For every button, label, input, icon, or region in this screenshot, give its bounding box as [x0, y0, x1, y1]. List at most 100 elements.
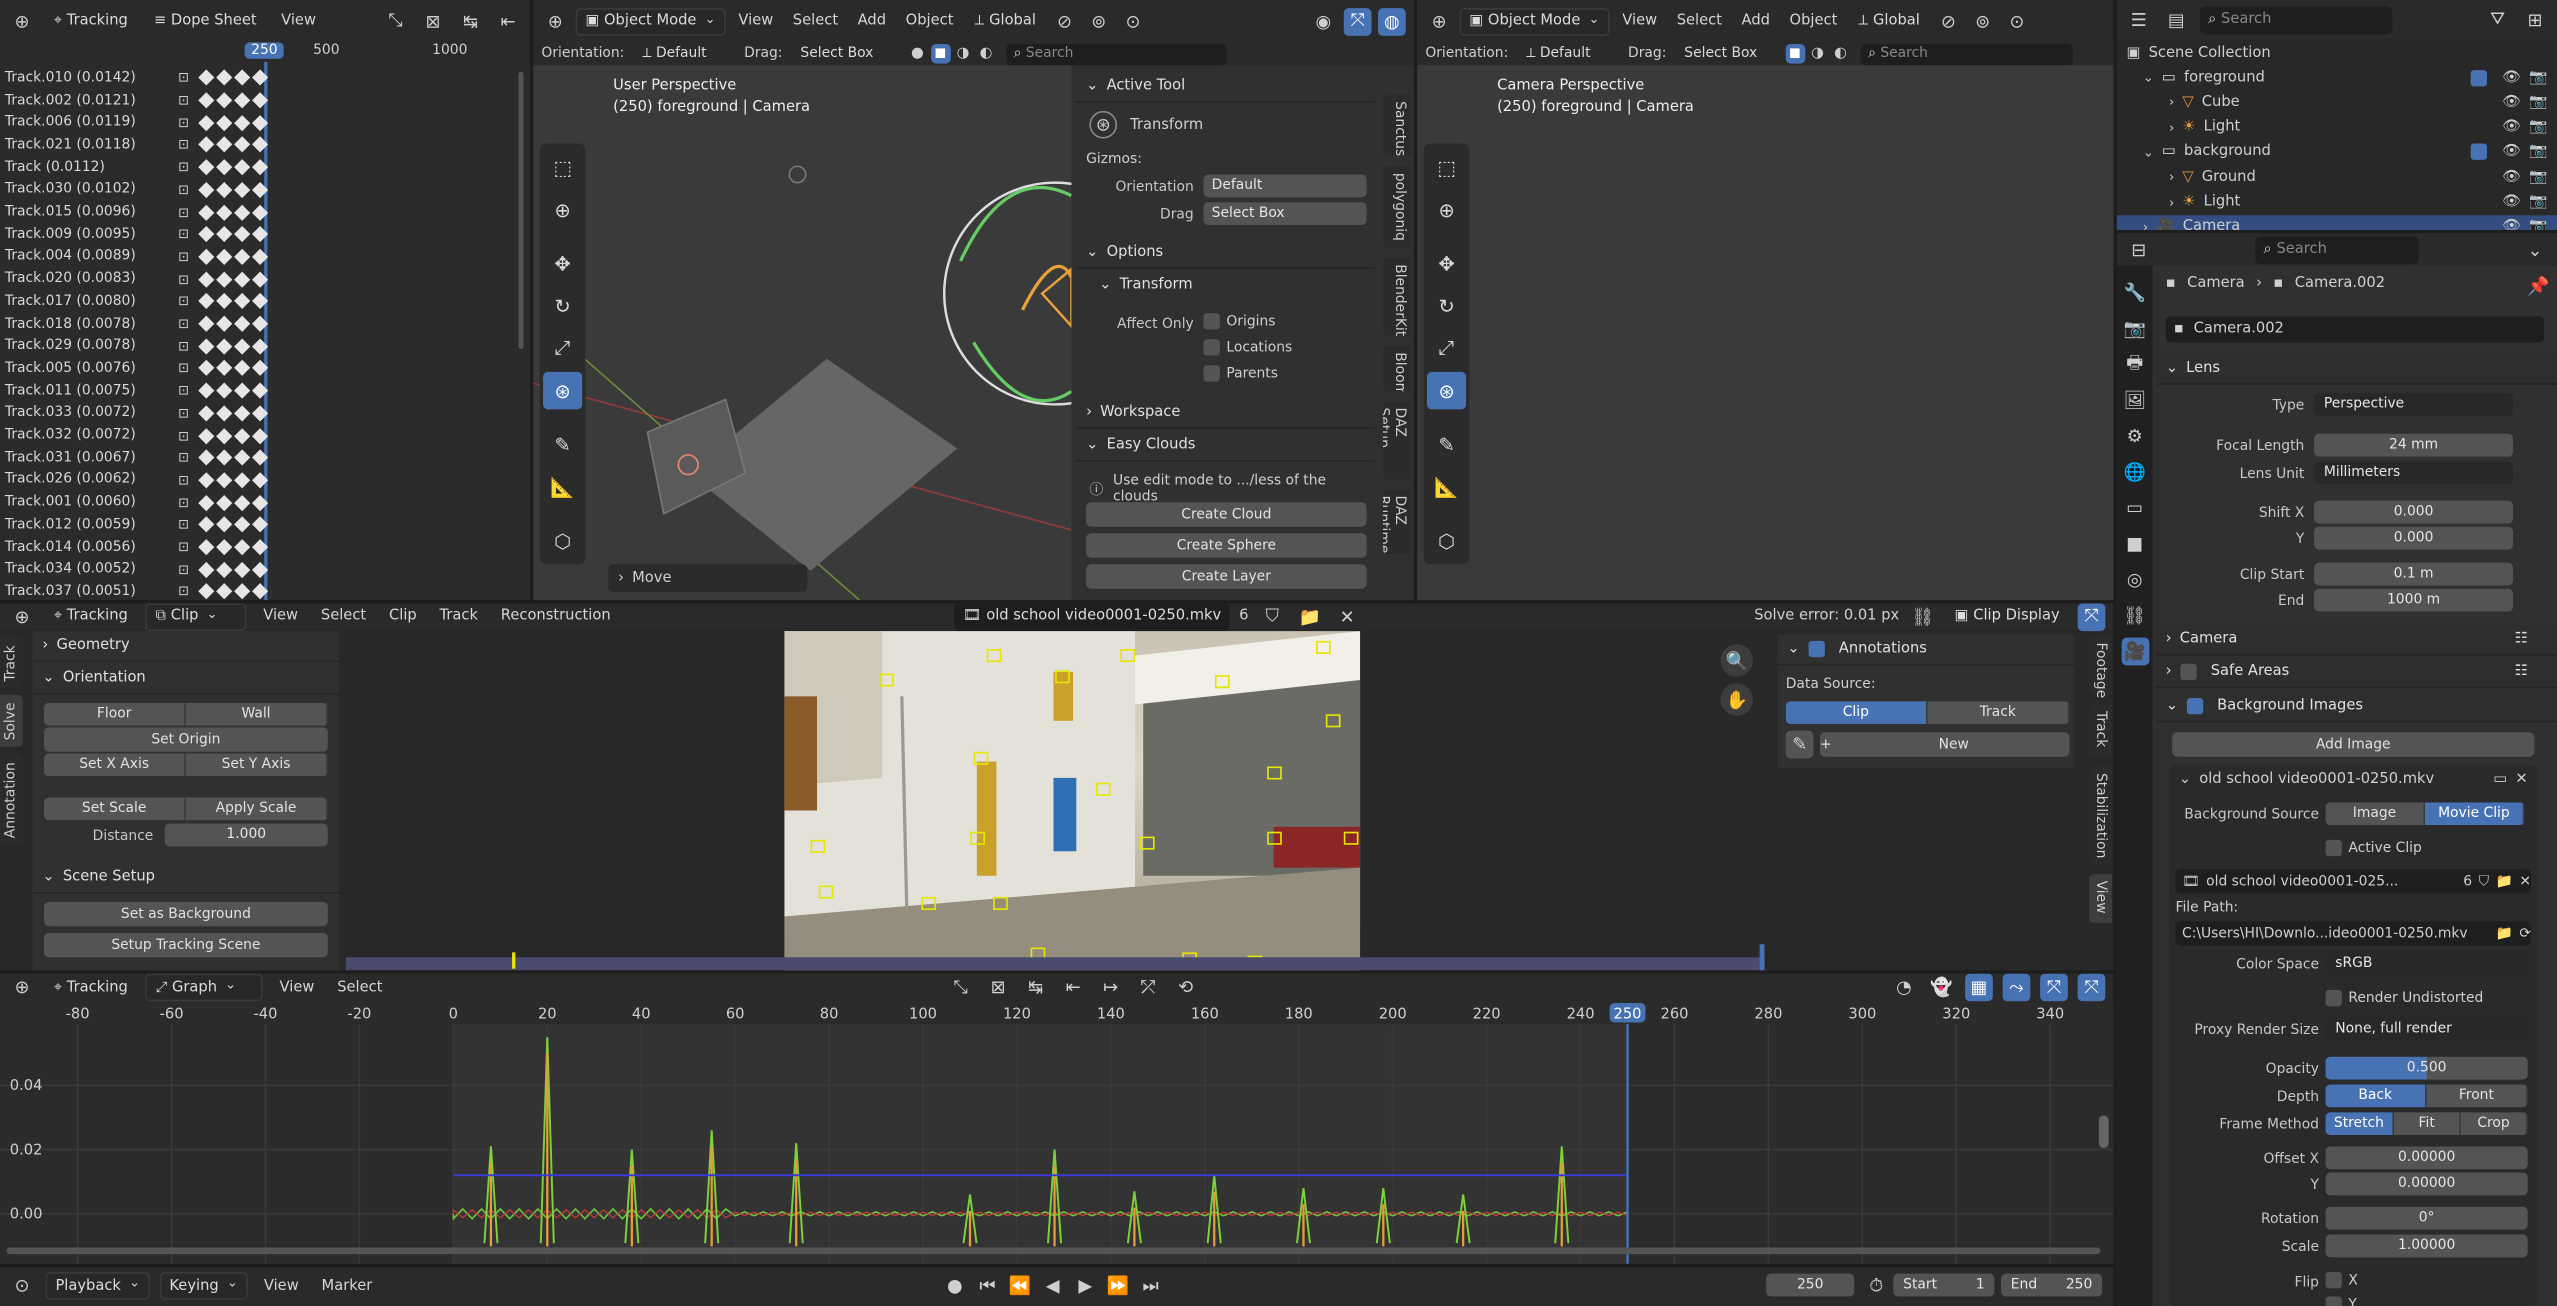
track-row[interactable]: Track.014 (0.0056) ⊡: [0, 536, 269, 558]
create-sphere-button[interactable]: Create Sphere: [1086, 533, 1367, 558]
keyframe[interactable]: [216, 204, 233, 221]
create-layer-button[interactable]: Create Layer: [1086, 564, 1367, 589]
options-header[interactable]: ⌄ Options: [1076, 238, 1375, 270]
sort2-icon[interactable]: ⇤: [494, 7, 522, 35]
keyframe[interactable]: [198, 136, 215, 154]
disclosure-icon[interactable]: ›: [2169, 95, 2174, 110]
lock-icon[interactable]: ⊡: [178, 294, 197, 309]
select-menu[interactable]: Select: [1670, 13, 1728, 29]
keyframe[interactable]: [234, 494, 251, 511]
keyframe[interactable]: [234, 69, 251, 87]
depth-front-option[interactable]: Front: [2426, 1084, 2528, 1108]
keyframe[interactable]: [234, 539, 251, 556]
keyframe[interactable]: [252, 561, 269, 578]
affect-locations[interactable]: Locations: [1203, 339, 1292, 356]
keyframe[interactable]: [252, 181, 269, 198]
ghost-icon[interactable]: 👻: [1928, 974, 1956, 1002]
gizmo-icon[interactable]: ⤧: [1343, 7, 1372, 36]
keying-menu[interactable]: Keying: [159, 1272, 248, 1300]
graph-scrollbar[interactable]: [2098, 1115, 2109, 1149]
keyframe[interactable]: [234, 248, 251, 265]
keyframe[interactable]: [198, 494, 215, 511]
sidebar-tab[interactable]: polygoniq: [1382, 166, 1411, 248]
filepath-field[interactable]: C:\Users\HI\Downlo...ideo0001-0250.mkv 📁 ⟳: [2175, 921, 2532, 946]
outliner-row[interactable]: › ▽ Ground 👁 📷: [2117, 165, 2557, 189]
play-reverse-icon[interactable]: ◀: [1039, 1272, 1067, 1300]
viewport2-search[interactable]: ⌕ Search: [1860, 43, 2073, 65]
active-tool-header[interactable]: ⌄ Active Tool: [1076, 72, 1375, 103]
dopesheet-scroll[interactable]: [518, 71, 524, 349]
ds-clip-option[interactable]: Clip: [1785, 701, 1928, 725]
move-tool-icon[interactable]: ✥: [1427, 245, 1466, 283]
last-operator-panel[interactable]: › Move: [608, 564, 808, 592]
clip-tab-track[interactable]: Track: [0, 636, 23, 689]
render-tab-icon[interactable]: 📷: [2121, 315, 2149, 343]
keyframe[interactable]: [252, 427, 269, 444]
bg-source-toggle[interactable]: Image Movie Clip: [2325, 802, 2525, 826]
transform-orientation[interactable]: ⟂ Global: [967, 7, 1045, 35]
clip-clip-menu[interactable]: Clip: [382, 608, 423, 624]
lock-icon[interactable]: ⊡: [178, 540, 197, 555]
origins-checkbox[interactable]: [1203, 313, 1220, 330]
clip-tab-solve[interactable]: Solve: [0, 694, 23, 747]
source-image-option[interactable]: Image: [2325, 802, 2425, 826]
close-icon[interactable]: ✕: [2519, 873, 2531, 889]
filter-icon[interactable]: ⛛: [2484, 6, 2512, 34]
graph-view-menu[interactable]: View: [273, 979, 321, 995]
display-mode-icon[interactable]: ▤: [2162, 6, 2190, 34]
lock-icon[interactable]: ⊡: [178, 495, 197, 510]
data-source-toggle[interactable]: Clip Track: [1785, 701, 2070, 725]
keyframe[interactable]: [234, 338, 251, 355]
opacity-slider[interactable]: 0.500: [2325, 1056, 2528, 1080]
keyframe[interactable]: [198, 338, 215, 355]
transform-tool-icon[interactable]: ⊛: [1426, 371, 1467, 410]
eye-icon[interactable]: 👁: [2502, 194, 2521, 210]
lock-icon[interactable]: ⊡: [178, 138, 197, 153]
keyframe[interactable]: [252, 449, 269, 466]
lock-icon[interactable]: ⊡: [178, 205, 197, 220]
annotations-header[interactable]: ⌄ Annotations: [1777, 634, 2075, 666]
select-box-tool-icon[interactable]: ⬚: [1427, 148, 1466, 186]
keyframe[interactable]: [198, 92, 215, 109]
sidebar-tab[interactable]: Sanctus: [1382, 94, 1411, 157]
keyframe[interactable]: [252, 360, 269, 377]
sidebar-tab[interactable]: DAZ Runtime: [1382, 489, 1411, 555]
lock-icon[interactable]: ⊡: [178, 339, 197, 354]
bg-entry-header[interactable]: ⌄ old school video0001-0250.mkv ▭ ✕: [2179, 771, 2528, 787]
keyframe[interactable]: [252, 136, 269, 154]
track-row[interactable]: Track.001 (0.0060) ⊡: [0, 491, 269, 513]
outliner-row[interactable]: › ☀ Light 👁 📷: [2117, 190, 2557, 214]
scale-field[interactable]: 1.00000: [2325, 1234, 2528, 1258]
track-marker[interactable]: [810, 839, 826, 853]
track-row[interactable]: Track.032 (0.0072) ⊡: [0, 424, 269, 446]
pin-icon[interactable]: 📌: [2524, 272, 2552, 300]
editor-type-icon[interactable]: ⊙: [8, 1272, 36, 1300]
lock-icon[interactable]: ⊡: [178, 316, 197, 331]
annotation-icon[interactable]: ✎: [1785, 730, 1814, 759]
pivot-icon[interactable]: ⊘: [1935, 7, 1963, 35]
clip-tab-stabilization[interactable]: Stabilization: [2089, 766, 2112, 865]
tool-tab-icon[interactable]: 🔧: [2121, 279, 2149, 307]
lock-icon[interactable]: ⊡: [178, 518, 197, 533]
sidebar-tab[interactable]: Bloom: [1382, 345, 1411, 392]
editor-type-icon[interactable]: ⊕: [1425, 7, 1453, 35]
shading-render-icon[interactable]: ◐: [1831, 44, 1851, 64]
track-marker[interactable]: [1139, 836, 1155, 850]
filter-icon[interactable]: ⤡: [382, 7, 410, 35]
keyframe[interactable]: [216, 583, 233, 600]
keyframe[interactable]: [234, 561, 251, 578]
flip-x-checkbox[interactable]: [2325, 1272, 2342, 1289]
offy-field[interactable]: 0.00000: [2325, 1172, 2528, 1196]
outliner-row[interactable]: › 🎥 Camera 👁 📷: [2116, 214, 2557, 230]
lens-unit-dropdown[interactable]: Millimeters: [2314, 461, 2514, 485]
track-row[interactable]: Track.012 (0.0059) ⊡: [0, 514, 269, 536]
outliner-row[interactable]: ⌄ ▭ background 👁 📷: [2117, 140, 2557, 164]
filter-icon[interactable]: ⤡: [947, 974, 975, 1002]
camera-render-icon[interactable]: 📷: [2529, 119, 2547, 135]
dopesheet-view-menu[interactable]: View: [275, 13, 323, 29]
add-menu[interactable]: Add: [851, 13, 892, 29]
easy-clouds-header[interactable]: ⌄ Easy Clouds: [1076, 431, 1375, 462]
clip-tab-annotation[interactable]: Annotation: [0, 753, 23, 845]
sort2-icon[interactable]: ⇤: [1059, 974, 1087, 1002]
keyframe[interactable]: [252, 583, 269, 600]
